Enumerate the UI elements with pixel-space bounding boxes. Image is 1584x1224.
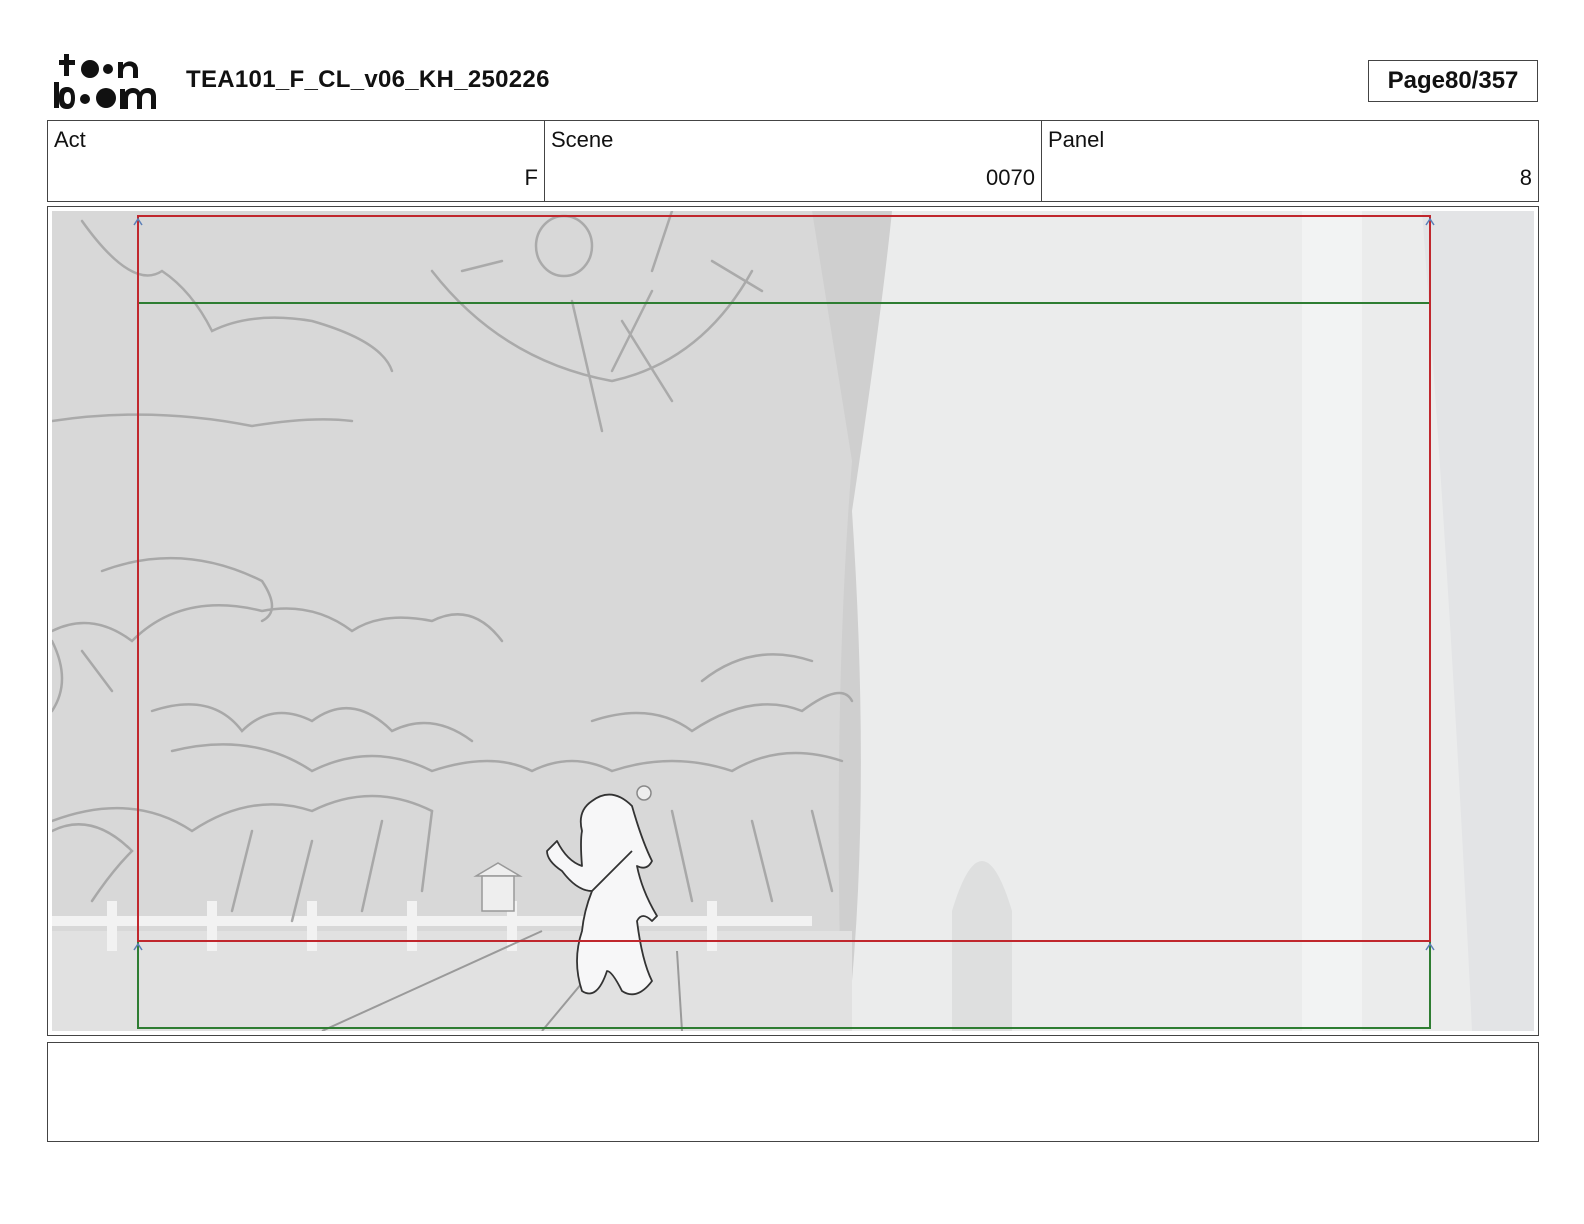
page-label: Page — [1387, 67, 1445, 94]
panel-value: 8 — [1519, 165, 1532, 190]
toon-boom-logo — [54, 54, 156, 109]
document-title: TEA101_F_CL_v06_KH_250226 — [186, 66, 550, 93]
page-indicator: Page 80/357 — [1368, 60, 1538, 102]
page-number: 80/357 — [1444, 67, 1519, 94]
wall-stripe — [1302, 211, 1362, 1031]
door-arch — [952, 861, 1012, 1031]
small-creature — [636, 785, 652, 801]
panel-drawing — [52, 211, 1534, 1031]
panel-cell: Panel 8 — [1042, 121, 1538, 201]
scene-label: Scene — [551, 127, 614, 152]
info-row: Act F Scene 0070 Panel 8 — [47, 120, 1539, 202]
notes-box — [47, 1042, 1539, 1142]
scene-cell: Scene 0070 — [545, 121, 1042, 201]
ground — [52, 931, 852, 1031]
act-value: F — [524, 165, 538, 190]
scene-value: 0070 — [986, 165, 1035, 190]
act-label: Act — [54, 127, 86, 152]
act-cell: Act F — [48, 121, 545, 201]
storyboard-panel — [47, 206, 1539, 1036]
panel-label: Panel — [1048, 127, 1105, 152]
